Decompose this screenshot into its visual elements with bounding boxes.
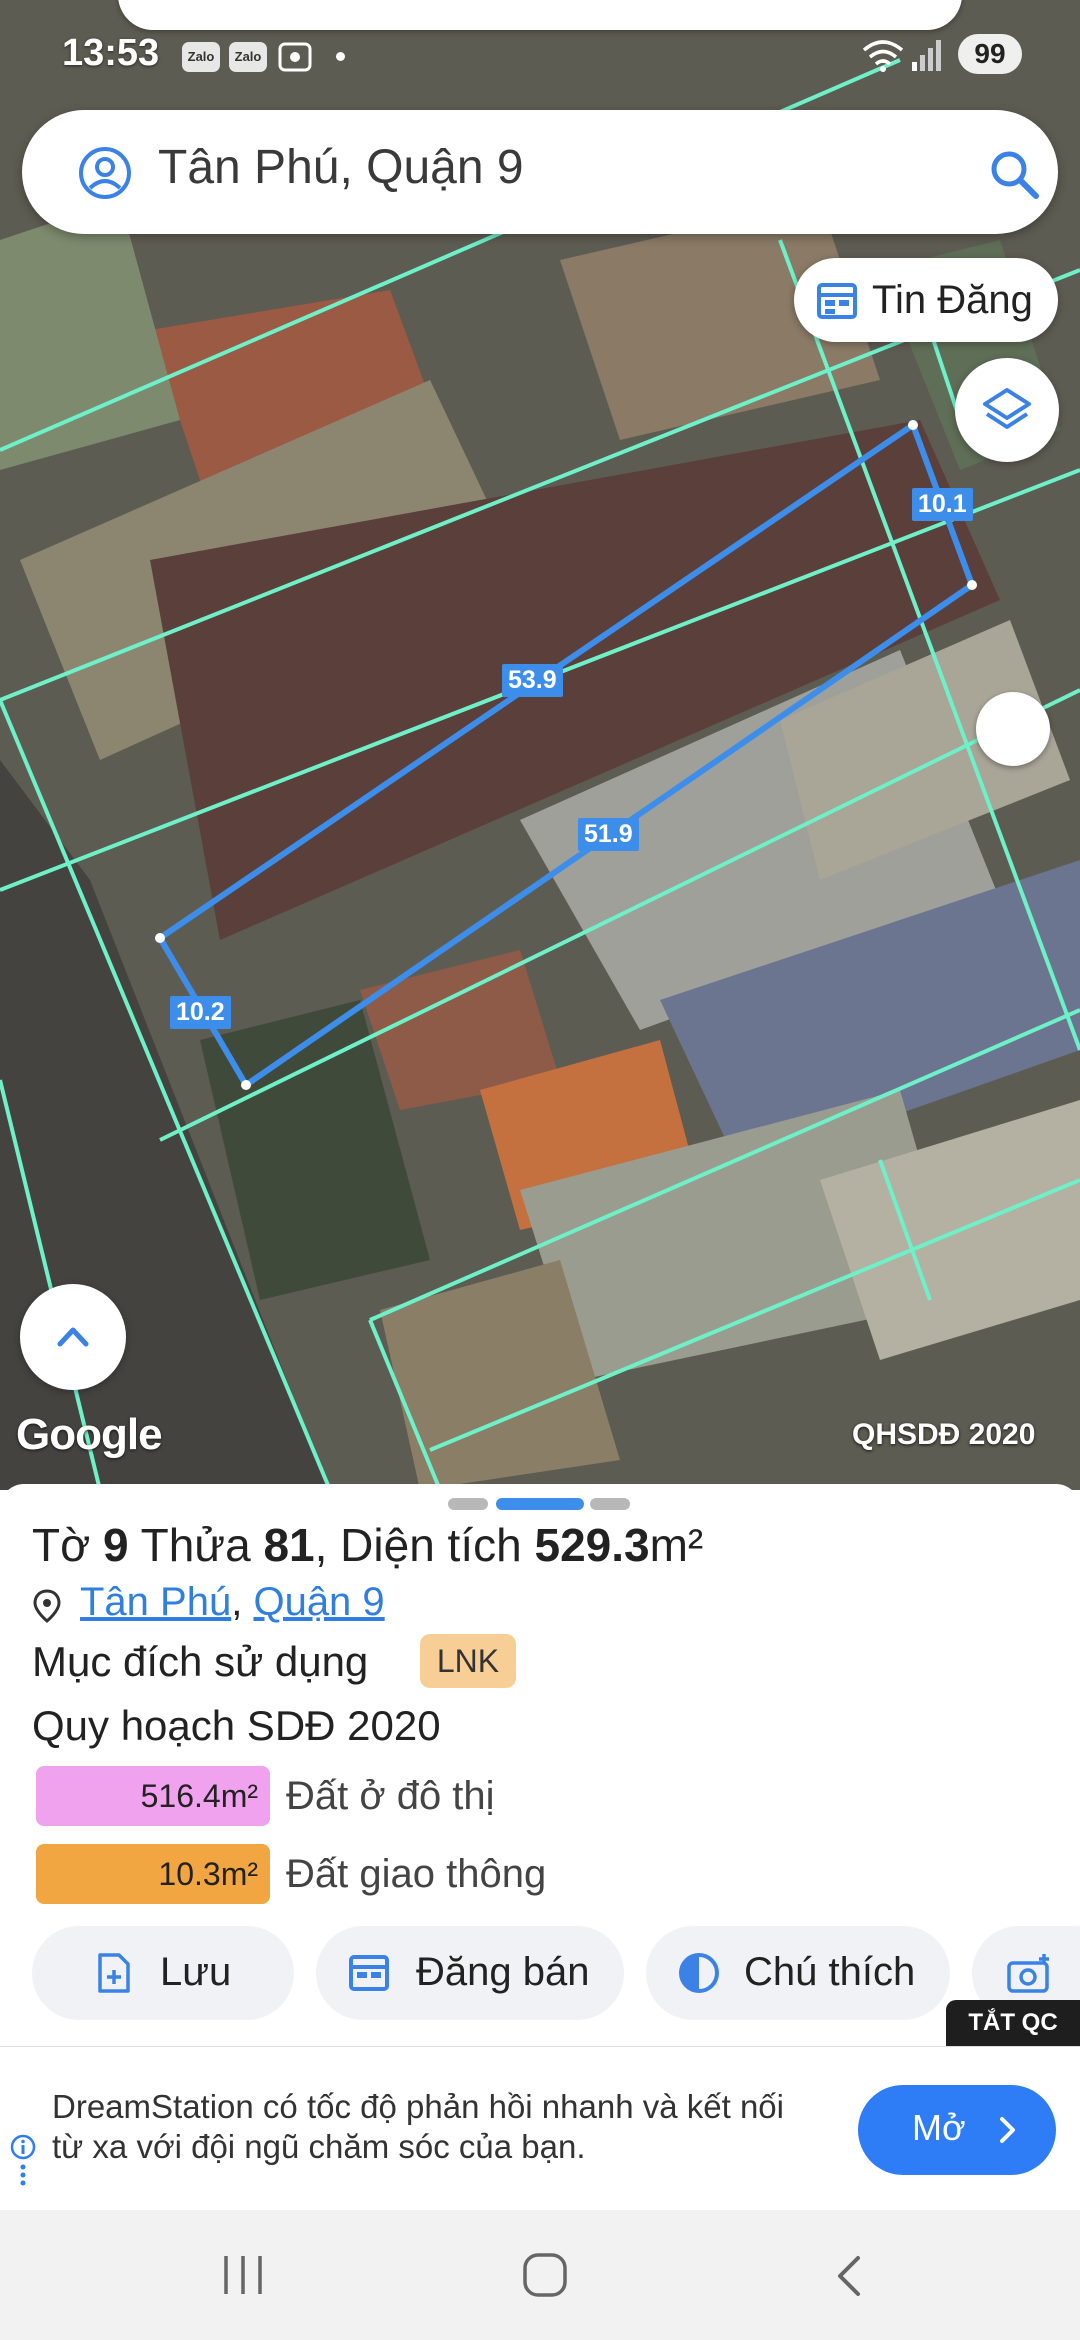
battery-indicator: 99 — [958, 34, 1022, 74]
screen: 10.1 53.9 51.9 10.2 13:53 Zalo Zalo 99 T… — [0, 0, 1080, 2340]
account-icon[interactable] — [78, 146, 132, 200]
map-drag-handle[interactable] — [976, 692, 1050, 766]
close-ad-button[interactable]: TẮT QC — [946, 2000, 1080, 2046]
recent-apps-icon[interactable] — [220, 2254, 266, 2296]
camera-plus-icon — [1007, 1954, 1049, 1993]
satellite-map[interactable]: 10.1 53.9 51.9 10.2 13:53 Zalo Zalo 99 T… — [0, 0, 1080, 1490]
post-for-sale-label: Đăng bán — [416, 1950, 590, 1994]
plan-area-label: Đất giao thông — [286, 1852, 547, 1896]
purpose-label: Mục đích sử dụng — [32, 1638, 369, 1685]
district-link[interactable]: Quận 9 — [253, 1580, 384, 1624]
search-icon[interactable] — [988, 148, 1040, 200]
dimension-label: 10.1 — [912, 488, 973, 521]
zalo-icon: Zalo — [182, 42, 220, 72]
calendar-icon — [817, 283, 857, 319]
parcel-title: Tờ 9 Thửa 81, Diện tích 529.3m² — [32, 1518, 703, 1572]
plan-title: Quy hoạch SDĐ 2020 — [32, 1702, 441, 1749]
back-icon[interactable] — [832, 2254, 866, 2298]
save-label: Lưu — [160, 1950, 232, 1994]
parcel-info-sheet: Tờ 9 Thửa 81, Diện tích 529.3m² Tân Phú,… — [0, 1484, 1080, 2046]
ad-banner[interactable]: DreamStation có tốc độ phản hồi nhanh và… — [0, 2046, 1080, 2210]
sheet-handle[interactable] — [448, 1498, 488, 1510]
post-for-sale-button[interactable]: Đăng bán — [316, 1926, 624, 2020]
notification-dot — [336, 52, 345, 61]
screenshot-icon — [278, 42, 312, 72]
wifi-icon — [862, 40, 904, 72]
search-input[interactable]: Tân Phú, Quận 9 — [158, 140, 524, 195]
location-pin-icon — [33, 1589, 61, 1623]
calendar-icon — [349, 1955, 389, 1991]
sheet-prefix: Tờ — [32, 1519, 91, 1571]
plan-area-bar: 516.4m² — [36, 1766, 270, 1826]
tin-dang-label: Tin Đăng — [872, 278, 1033, 322]
plan-area-label: Đất ở đô thị — [286, 1774, 495, 1818]
plot-number: 81 — [263, 1519, 315, 1571]
zalo-icon: Zalo — [229, 42, 267, 72]
chevron-right-icon — [1000, 2117, 1015, 2143]
layers-icon — [983, 388, 1031, 429]
status-time: 13:53 — [62, 32, 160, 74]
plot-prefix: Thửa — [140, 1519, 251, 1571]
expand-up-button[interactable] — [20, 1284, 126, 1390]
sheet-number: 9 — [103, 1519, 129, 1571]
contrast-icon — [679, 1953, 719, 1993]
chevron-up-icon — [57, 1327, 89, 1347]
home-icon[interactable] — [522, 2252, 568, 2298]
legend-button[interactable]: Chú thích — [646, 1926, 950, 2020]
sheet-handle[interactable] — [590, 1498, 630, 1510]
dimension-label: 10.2 — [170, 996, 231, 1029]
area-unit: m² — [649, 1519, 704, 1571]
ad-text: DreamStation có tốc độ phản hồi nhanh và… — [52, 2088, 784, 2165]
ad-open-label: Mở — [912, 2107, 966, 2148]
tin-dang-button[interactable]: Tin Đăng — [794, 258, 1058, 342]
purpose-badge: LNK — [420, 1634, 516, 1688]
dimension-label: 53.9 — [502, 664, 563, 697]
dimension-label: 51.9 — [578, 818, 639, 851]
status-bar: 13:53 Zalo Zalo 99 — [0, 0, 1080, 110]
area-value: 529.3 — [534, 1519, 650, 1571]
legend-label: Chú thích — [744, 1950, 916, 1994]
file-plus-icon — [98, 1953, 130, 1993]
signal-icon — [912, 40, 941, 71]
sheet-handle-active[interactable] — [496, 1498, 584, 1510]
ad-info-icon[interactable] — [8, 2133, 38, 2189]
ward-link[interactable]: Tân Phú — [80, 1580, 231, 1624]
layers-button[interactable] — [955, 358, 1059, 462]
plan-area-bar: 10.3m² — [36, 1844, 270, 1904]
ad-open-button[interactable]: Mở — [858, 2085, 1056, 2175]
system-nav-bar — [0, 2210, 1080, 2340]
search-bar[interactable]: Tân Phú, Quận 9 — [22, 110, 1058, 234]
map-layer-label: QHSDĐ 2020 — [852, 1418, 1036, 1451]
area-prefix: , Diện tích — [314, 1519, 522, 1571]
google-logo: Google — [16, 1410, 163, 1459]
save-button[interactable]: Lưu — [32, 1926, 294, 2020]
